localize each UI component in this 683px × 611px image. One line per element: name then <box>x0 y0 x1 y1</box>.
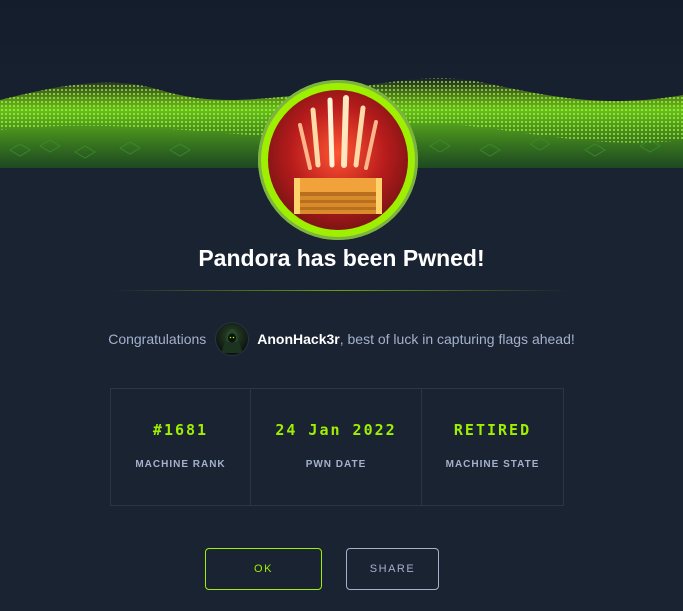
pwn-date-value: 24 Jan 2022 <box>275 421 397 439</box>
stat-machine-rank: #1681 MACHINE RANK <box>111 389 251 505</box>
stat-machine-state: RETIRED MACHINE STATE <box>422 389 563 505</box>
machine-state-value: RETIRED <box>453 421 532 439</box>
share-button[interactable]: SHARE <box>346 548 439 590</box>
machine-rank-label: MACHINE RANK <box>135 459 226 470</box>
machine-rank-value: #1681 <box>152 421 209 439</box>
congratulations-line: Congratulations AnonHack3r , best of luc… <box>0 322 683 356</box>
pandora-box-badge-icon <box>268 90 408 230</box>
ok-button[interactable]: OK <box>205 548 322 590</box>
congrats-suffix: , best of luck in capturing flags ahead! <box>339 331 575 347</box>
avatar <box>215 322 250 356</box>
congrats-prefix: Congratulations <box>108 331 207 347</box>
username[interactable]: AnonHack3r <box>257 331 339 347</box>
divider <box>110 290 570 291</box>
machine-badge <box>258 80 418 240</box>
page-title: Pandora has been Pwned! <box>198 245 485 271</box>
machine-state-label: MACHINE STATE <box>445 459 540 470</box>
pwn-date-label: PWN DATE <box>305 459 367 470</box>
stat-pwn-date: 24 Jan 2022 PWN DATE <box>251 389 422 505</box>
hooded-hacker-avatar-icon <box>222 329 243 353</box>
stats-panel: #1681 MACHINE RANK 24 Jan 2022 PWN DATE … <box>110 388 564 506</box>
